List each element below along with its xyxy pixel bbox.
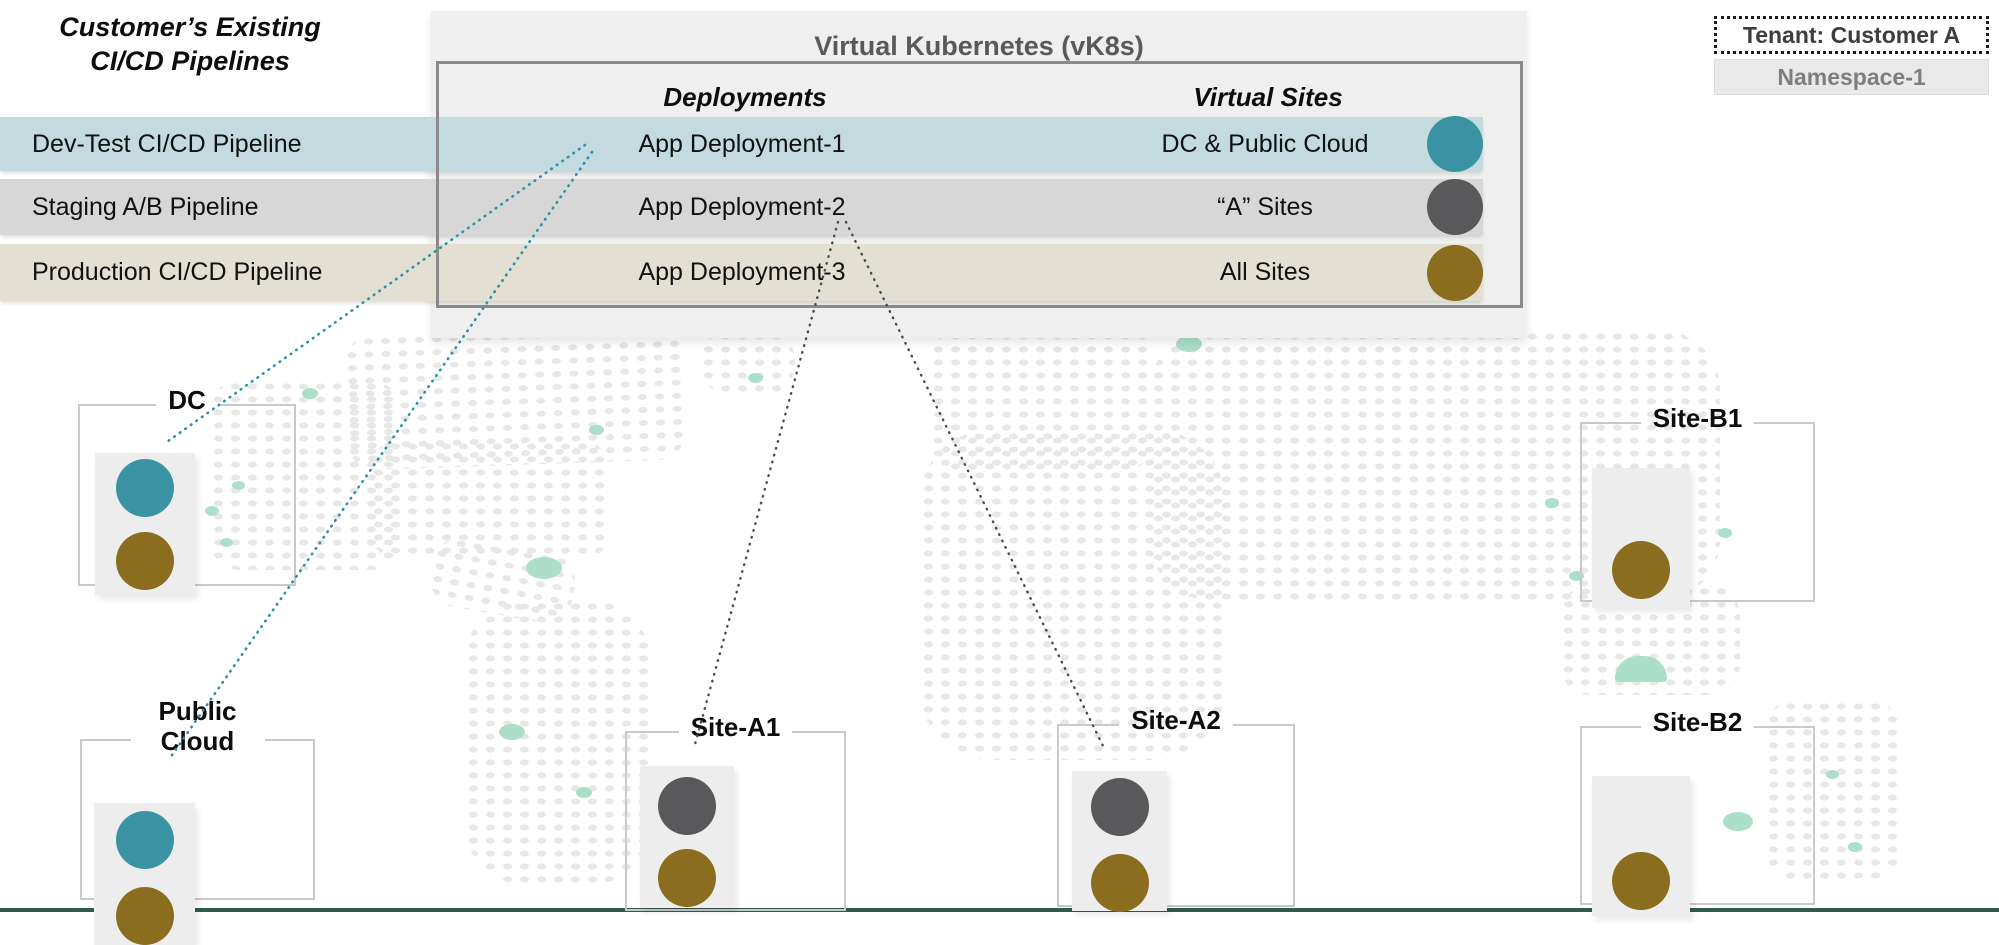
site-a1-card	[640, 766, 734, 908]
map-accent-dot	[1545, 498, 1559, 508]
deployment-3-pod-icon	[1612, 541, 1670, 599]
site-b1-card	[1592, 468, 1690, 608]
site-a2: Site-A2	[1057, 710, 1295, 907]
site-a2-card	[1072, 771, 1167, 911]
namespace-label: Namespace-1	[1777, 64, 1925, 91]
map-accent-dot	[1826, 770, 1839, 779]
site-public-cloud: Public Cloud	[80, 710, 315, 900]
map-accent-dot	[1176, 336, 1202, 352]
row-staging-deployment-2: Staging A/B Pipeline App Deployment-2 “A…	[0, 179, 1483, 235]
namespace-badge: Namespace-1	[1714, 59, 1989, 95]
deployment-3-pod-icon	[1612, 852, 1670, 910]
pipeline-label-dev-test: Dev-Test CI/CD Pipeline	[32, 117, 302, 171]
tenant-label: Tenant: Customer A	[1743, 22, 1960, 49]
site-a1-label: Site-A1	[679, 712, 793, 742]
site-b2-card	[1592, 776, 1690, 916]
site-a2-label: Site-A2	[1119, 705, 1233, 735]
map-accent-dot	[302, 388, 318, 399]
map-accent-dot	[748, 373, 763, 383]
deployment-1-site-dot-icon	[1427, 116, 1483, 172]
pipelines-title-line2: CI/CD Pipelines	[30, 44, 350, 78]
pipeline-label-production: Production CI/CD Pipeline	[32, 244, 322, 301]
deployment-3-site-dot-icon	[1427, 245, 1483, 301]
row-dev-test-deployment-1: Dev-Test CI/CD Pipeline App Deployment-1…	[0, 117, 1483, 171]
site-b2-label: Site-B2	[1641, 707, 1755, 737]
pipeline-label-staging: Staging A/B Pipeline	[32, 179, 259, 235]
deployment-1-label: App Deployment-1	[436, 117, 1048, 171]
map-dot-patch	[465, 600, 650, 885]
deployment-2-label: App Deployment-2	[436, 179, 1048, 235]
site-b1-label: Site-B1	[1641, 403, 1755, 433]
vk8s-panel-title: Virtual Kubernetes (vK8s)	[431, 31, 1527, 62]
deployment-3-virtual-sites: All Sites	[1083, 244, 1447, 301]
site-dc-card	[95, 453, 195, 595]
site-dc-label: DC	[156, 385, 218, 415]
map-accent-dot	[526, 557, 562, 579]
site-public-cloud-card	[94, 803, 195, 945]
tenant-badge: Tenant: Customer A	[1714, 16, 1989, 54]
map-dot-patch	[700, 330, 795, 395]
deployment-2-pod-icon	[1091, 778, 1149, 836]
deployment-3-pod-icon	[116, 887, 174, 945]
deployment-1-pod-icon	[116, 459, 174, 517]
map-accent-dot	[589, 425, 604, 435]
pipelines-title: Customer’s Existing CI/CD Pipelines	[30, 10, 350, 78]
deployment-3-pod-icon	[658, 849, 716, 907]
pipelines-title-line1: Customer’s Existing	[30, 10, 350, 44]
site-dc: DC	[78, 390, 296, 586]
site-b2: Site-B2	[1580, 712, 1815, 905]
deployment-2-site-dot-icon	[1427, 179, 1483, 235]
deployment-2-virtual-sites: “A” Sites	[1083, 179, 1447, 235]
map-accent-dot	[499, 724, 525, 740]
map-accent-dot	[576, 787, 592, 798]
deployment-3-pod-icon	[116, 532, 174, 590]
deployment-3-pod-icon	[1091, 854, 1149, 912]
site-a1: Site-A1	[625, 717, 846, 911]
deployment-1-pod-icon	[116, 811, 174, 869]
site-b1: Site-B1	[1580, 408, 1815, 602]
map-accent-dot	[1848, 842, 1862, 852]
deployment-1-virtual-sites: DC & Public Cloud	[1083, 117, 1447, 171]
slide-bottom-rule	[0, 908, 1999, 912]
deployment-3-label: App Deployment-3	[436, 244, 1048, 301]
site-public-cloud-label: Public Cloud	[131, 696, 265, 756]
deployment-2-pod-icon	[658, 777, 716, 835]
row-production-deployment-3: Production CI/CD Pipeline App Deployment…	[0, 244, 1483, 301]
